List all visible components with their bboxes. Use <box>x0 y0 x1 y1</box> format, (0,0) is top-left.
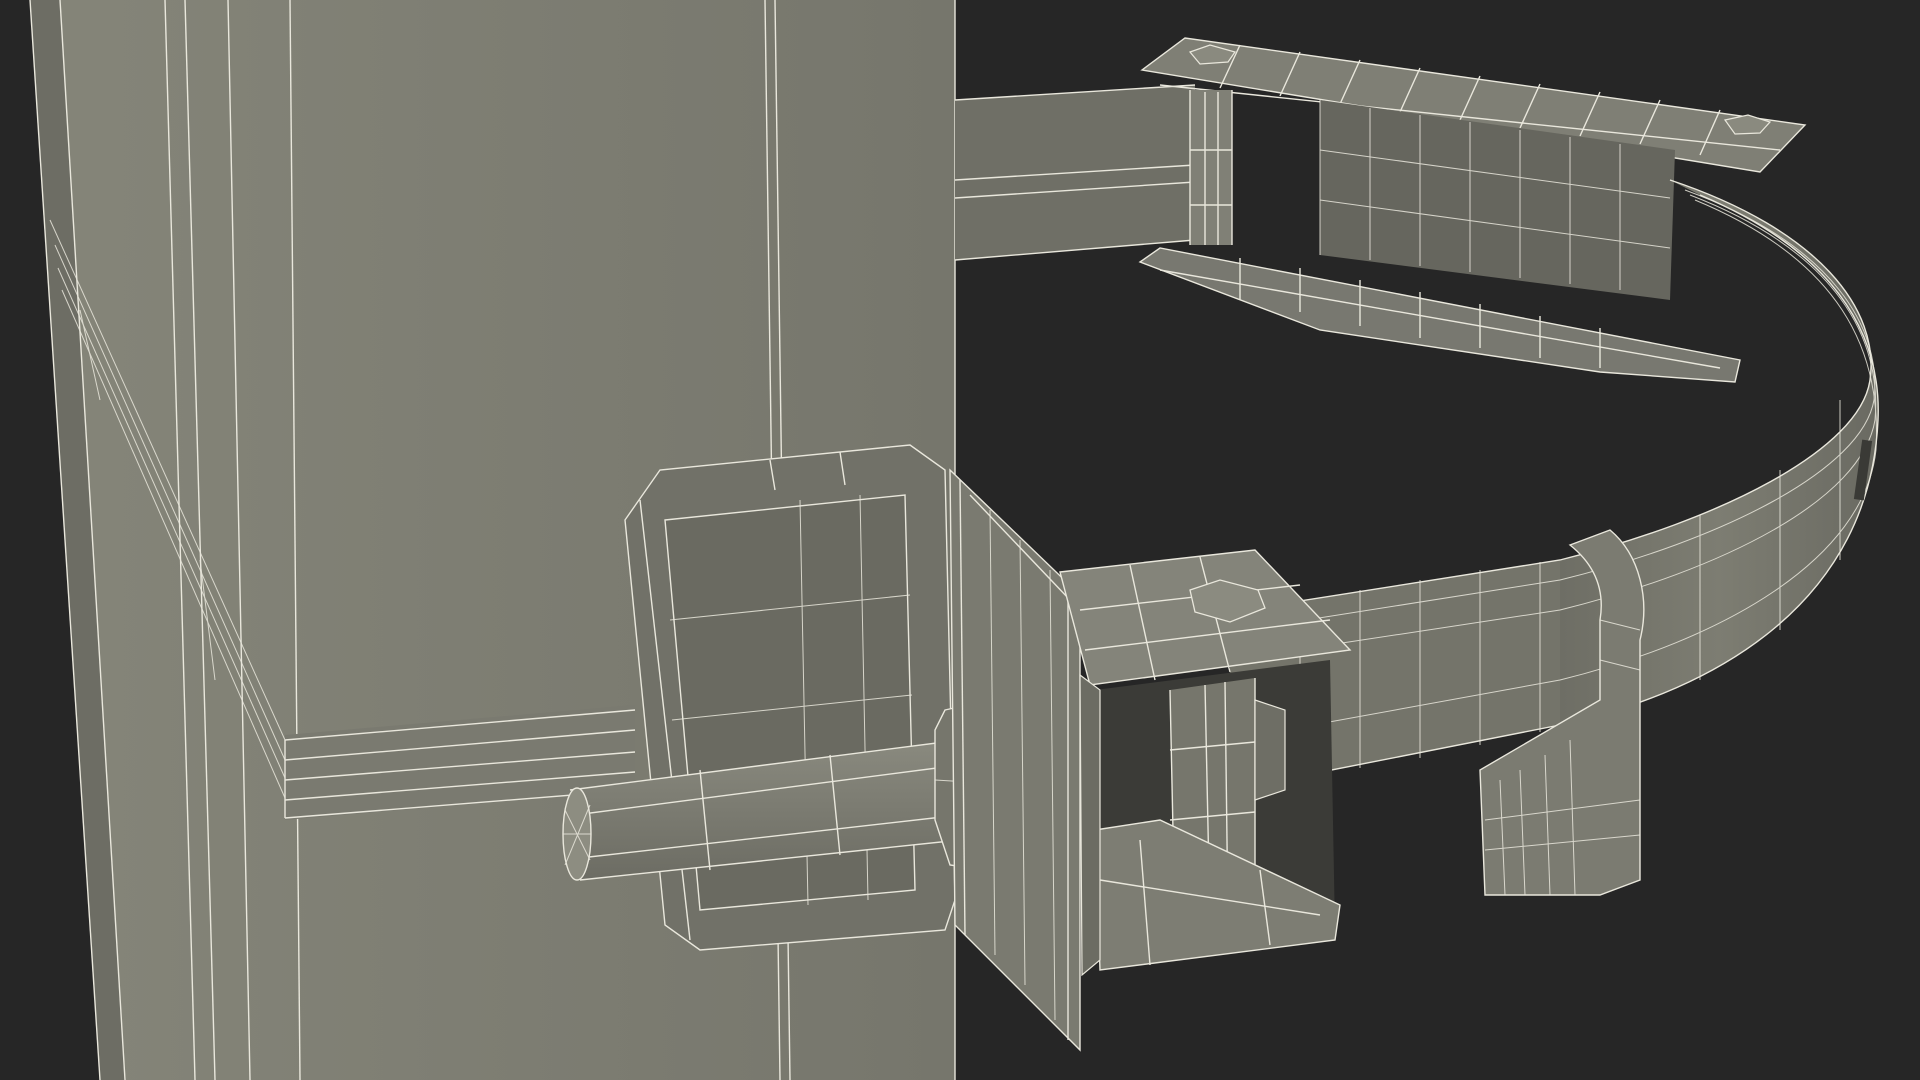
mount-bracket <box>624 444 956 951</box>
side-plate <box>949 468 1081 1052</box>
square-bracket <box>1059 549 1352 977</box>
wireframe-scene <box>29 0 1879 1080</box>
rear-band <box>954 84 1196 261</box>
top-bracket <box>1138 37 1807 383</box>
render-viewport <box>0 0 1920 1080</box>
